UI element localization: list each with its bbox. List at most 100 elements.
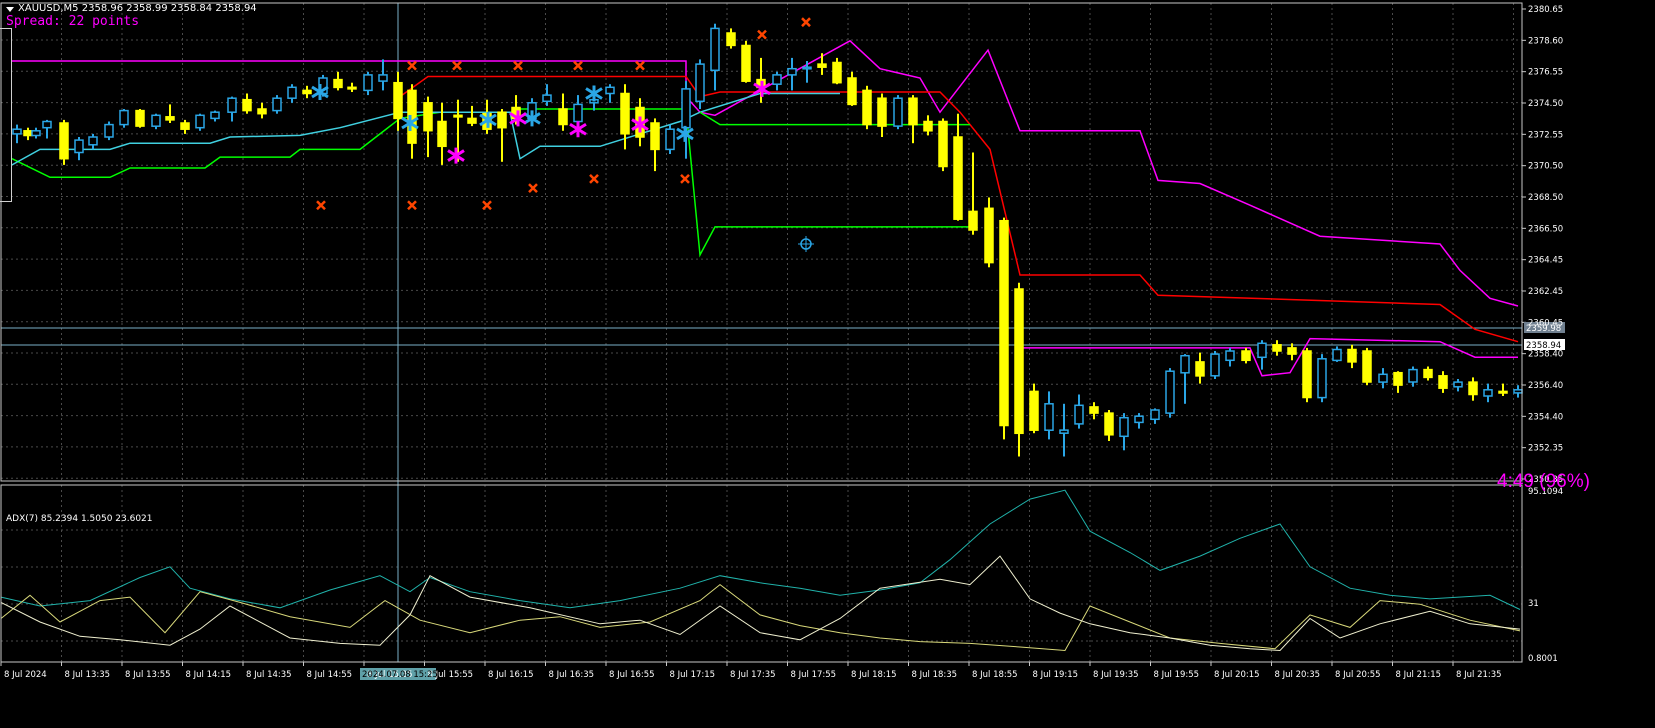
symbol-dropdown-icon[interactable]	[6, 7, 14, 12]
candles	[12, 23, 1523, 457]
candle-bear	[242, 98, 252, 112]
candle-bear	[1347, 348, 1357, 363]
adx-axis-bottom: 0.8001	[1528, 654, 1558, 664]
symbol-quote-line: XAUUSD,M5 2358.96 2358.99 2358.84 2358.9…	[18, 3, 257, 14]
time-tick-label: 8 Jul 17:55	[791, 670, 837, 680]
chart-window[interactable]: 2380.65 2378.60 2376.55 2374.50 2372.55 2370.…	[0, 0, 1655, 724]
candle-bear	[1468, 381, 1478, 396]
candle-bear	[1241, 350, 1251, 362]
candle-bear	[453, 114, 463, 118]
candle-bull	[88, 136, 98, 146]
candle-bull	[1378, 373, 1388, 383]
signal-cross-marker	[801, 17, 811, 28]
signal-cross-marker	[407, 200, 417, 211]
candle-bear	[437, 120, 447, 148]
candle-bull	[1225, 350, 1235, 362]
price-tick-label: 2358.40	[1528, 350, 1563, 360]
signal-markers	[311, 17, 814, 252]
candle-bull	[710, 27, 720, 72]
candle-bear	[650, 122, 660, 151]
candle-bull	[227, 97, 237, 113]
signal-arrow-marker	[631, 116, 649, 133]
candle-bull	[1453, 381, 1463, 388]
candle-bear	[135, 109, 145, 127]
candle-bear	[923, 120, 933, 132]
candle-bear	[862, 89, 872, 126]
time-tick-label: 8 Jul 18:35	[912, 670, 958, 680]
candle-bull	[1059, 429, 1069, 434]
candle-bull	[42, 120, 52, 129]
candle-bull	[1044, 403, 1054, 431]
candle-bear	[302, 89, 312, 95]
candle-bull	[1180, 354, 1190, 374]
signal-cross-marker	[407, 60, 417, 71]
signal-cross-marker	[589, 173, 599, 184]
candle-bull	[31, 130, 41, 137]
candle-bull	[1150, 409, 1160, 421]
candle-bear	[877, 97, 887, 127]
adx-axis-mid: 31	[1528, 599, 1539, 609]
candle-bull	[12, 128, 22, 135]
candle-bull	[1317, 358, 1327, 399]
candle-bear	[1272, 344, 1282, 352]
signal-cross-marker	[680, 173, 690, 184]
candle-bull	[151, 114, 161, 127]
signal-arrow-marker	[569, 121, 587, 138]
time-tick-label: 8 Jul 17:35	[730, 670, 776, 680]
candle-bull	[1119, 416, 1129, 438]
adx-indicator-label: ADX(7) 85.2394 1.5050 23.6021	[6, 514, 153, 524]
candle-bear	[938, 120, 948, 168]
candle-bull	[1134, 415, 1144, 424]
candle-bull	[104, 123, 114, 138]
candle-bear	[953, 136, 963, 220]
candle-bull	[210, 111, 220, 120]
bar-timer: 4:49 (96%)	[1497, 471, 1590, 492]
minus-di-line	[0, 555, 1521, 652]
spread-label: Spread: 22 points	[6, 14, 140, 29]
time-tick-label: 8 Jul 19:15	[1033, 670, 1079, 680]
candle-bear	[999, 219, 1009, 427]
time-tick-label: 8 Jul 13:55	[125, 670, 171, 680]
candle-bull	[1257, 342, 1267, 359]
price-tick-label: 2376.55	[1528, 68, 1563, 78]
lower-band-line	[11, 108, 970, 258]
candle-bear	[165, 116, 175, 121]
candle-bull	[1165, 370, 1175, 414]
price-tick-label: 2374.50	[1528, 99, 1563, 109]
chart-canvas[interactable]: 2380.65 2378.60 2376.55 2374.50 2372.55 2370.…	[0, 0, 1655, 724]
time-tick-label: 8 Jul 14:55	[307, 670, 353, 680]
candle-bull	[802, 66, 812, 70]
candle-bear	[497, 111, 507, 129]
candle-bear	[180, 122, 190, 130]
candle-bull	[665, 128, 675, 151]
time-tick-label: 8 Jul 14:15	[186, 670, 232, 680]
left-bracket-marker	[0, 28, 12, 202]
price-tick-label: 2356.40	[1528, 381, 1563, 391]
price-tick-label: 2354.40	[1528, 412, 1563, 422]
candle-bull	[195, 114, 205, 129]
price-tick-label: 2364.45	[1528, 256, 1563, 266]
time-tick-label: 8 Jul 20:15	[1214, 670, 1260, 680]
candle-bull	[119, 109, 129, 126]
ask-price-label: 2359.98	[1526, 324, 1561, 334]
candle-bear	[393, 81, 403, 120]
candle-bear	[1029, 390, 1039, 431]
candle-bull	[1483, 389, 1493, 397]
candle-bull	[1210, 353, 1220, 377]
candle-bear	[847, 77, 857, 106]
candle-bull	[1074, 404, 1084, 425]
candle-bear	[1438, 375, 1448, 389]
time-tick-label: 8 Jul 18:15	[851, 670, 897, 680]
time-tick-label: 8 Jul 19:35	[1093, 670, 1139, 680]
time-tick-label: 8 Jul 20:35	[1275, 670, 1321, 680]
candle-bull	[893, 97, 903, 127]
candle-bull	[681, 88, 691, 129]
time-tick-label: 8 Jul 16:55	[609, 670, 655, 680]
candle-bull	[363, 74, 373, 92]
time-tick-label: 8 Jul 21:15	[1396, 670, 1442, 680]
time-tick-label: 8 Jul 16:15	[488, 670, 534, 680]
price-tick-label: 2352.35	[1528, 444, 1563, 454]
candle-bear	[1287, 347, 1297, 355]
time-tick-label: 8 Jul 14:35	[246, 670, 292, 680]
candle-bear	[1393, 371, 1403, 386]
